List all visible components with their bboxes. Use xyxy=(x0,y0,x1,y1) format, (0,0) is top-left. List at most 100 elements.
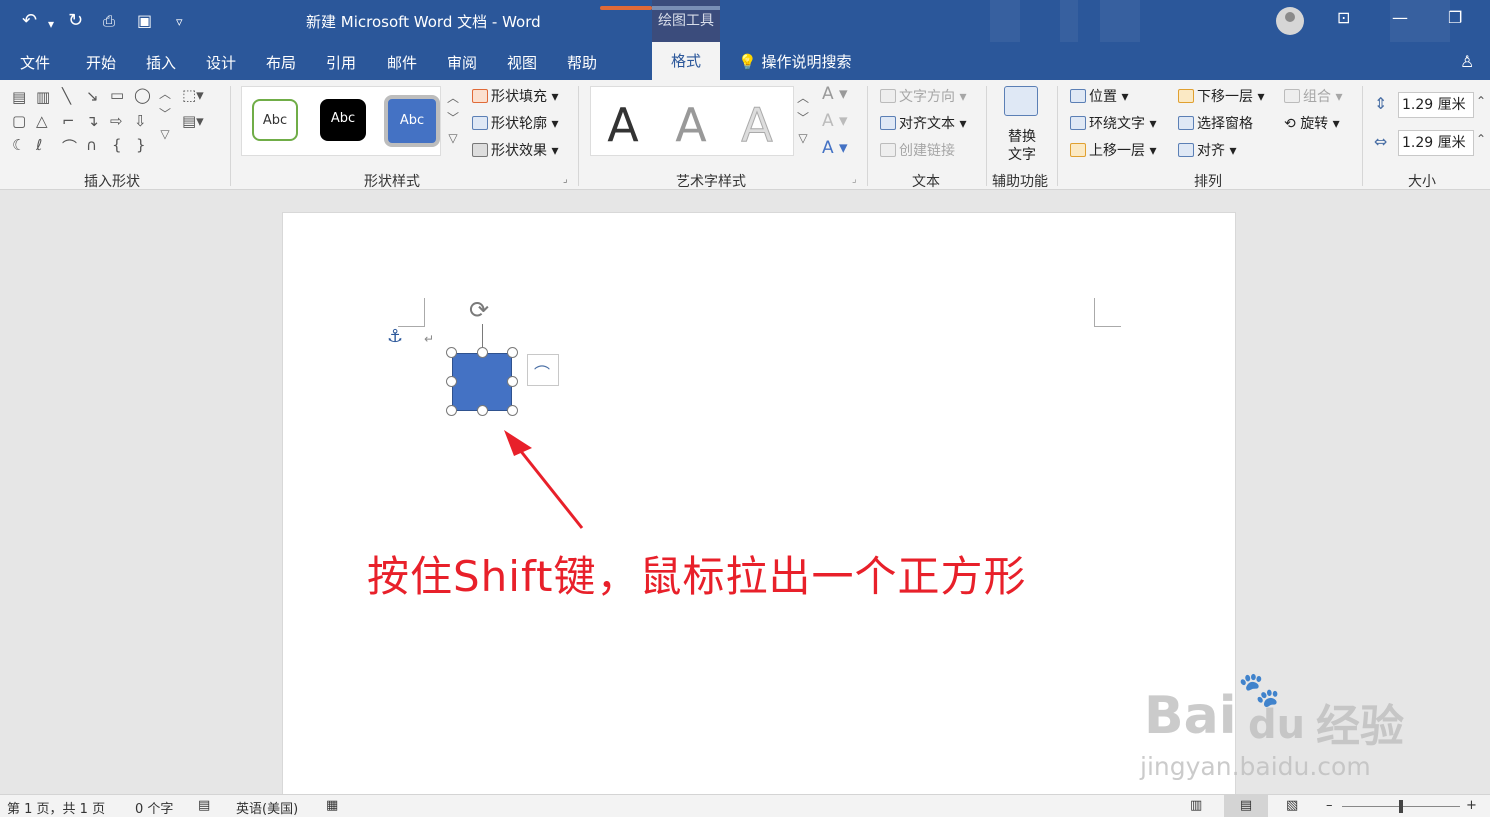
wordart-preset-outline[interactable]: A xyxy=(727,99,787,152)
shape-fill-button[interactable]: 形状填充 ▾ xyxy=(472,86,558,106)
triangle-icon[interactable]: △ xyxy=(36,112,48,130)
arc-icon[interactable]: ⌒ xyxy=(62,136,77,157)
resize-handle-t[interactable] xyxy=(477,347,488,358)
zoom-out-icon[interactable]: – xyxy=(1326,798,1333,813)
tab-layout[interactable]: 布局 xyxy=(266,52,296,73)
shape-height-input[interactable]: 1.29 厘米 xyxy=(1398,92,1474,118)
oval-icon[interactable]: ◯ xyxy=(134,86,151,104)
undo-dropdown-icon[interactable]: ▾ xyxy=(48,13,54,35)
selection-pane-button[interactable]: 选择窗格 xyxy=(1178,113,1253,133)
shape-styles-scroll[interactable]: ︿ ﹀ ▽ xyxy=(444,88,462,148)
left-brace-icon[interactable]: { xyxy=(112,136,122,154)
restore-icon[interactable]: ❐ xyxy=(1448,8,1462,27)
language[interactable]: 英语(美国) xyxy=(236,798,298,817)
shape-width-input[interactable]: 1.29 厘米 xyxy=(1398,130,1474,156)
tell-me-search[interactable]: 💡 操作说明搜索 xyxy=(738,51,851,72)
share-icon[interactable]: ♙ xyxy=(1460,52,1474,71)
proofing-icon[interactable]: ▤ xyxy=(198,798,210,813)
wordart-preset-gray[interactable]: A xyxy=(661,99,721,151)
rectangle-icon[interactable]: ▭ xyxy=(110,86,124,104)
align-button[interactable]: 对齐 ▾ xyxy=(1178,140,1236,160)
right-brace-icon[interactable]: } xyxy=(136,136,146,154)
text-fill-icon[interactable]: A ▾ xyxy=(822,84,848,104)
send-backward-button[interactable]: 下移一层 ▾ xyxy=(1178,86,1264,106)
create-link-button[interactable]: 创建链接 xyxy=(880,140,955,160)
print-layout-icon[interactable]: ▤ xyxy=(1224,795,1268,817)
ribbon-display-icon[interactable]: ⊡ xyxy=(1337,8,1350,27)
curve-icon[interactable]: ∩ xyxy=(86,136,97,154)
rotate-handle-icon[interactable]: ⟳ xyxy=(469,296,489,324)
text-effects-icon[interactable]: A ▾ xyxy=(822,138,848,158)
zoom-slider-thumb[interactable] xyxy=(1399,800,1403,813)
document-page[interactable] xyxy=(282,212,1236,802)
textbox-icon[interactable]: ▤ xyxy=(12,88,26,106)
tab-design[interactable]: 设计 xyxy=(206,52,236,73)
elbow-arrow-icon[interactable]: ↴ xyxy=(86,112,99,130)
alt-text-label-1[interactable]: 替换 xyxy=(1008,126,1036,146)
page-count[interactable]: 第 1 页，共 1 页 xyxy=(7,798,105,817)
minimize-icon[interactable]: — xyxy=(1392,8,1408,27)
right-arrow-icon[interactable]: ⇨ xyxy=(110,112,123,130)
tab-mailings[interactable]: 邮件 xyxy=(387,52,417,73)
tab-help[interactable]: 帮助 xyxy=(567,52,597,73)
resize-handle-r[interactable] xyxy=(507,376,518,387)
tab-insert[interactable]: 插入 xyxy=(146,52,176,73)
resize-handle-tl[interactable] xyxy=(446,347,457,358)
rounded-rectangle-icon[interactable]: ▢ xyxy=(12,112,26,130)
redo-icon[interactable]: ↻ xyxy=(68,10,83,32)
resize-handle-br[interactable] xyxy=(507,405,518,416)
wordart-launcher-icon[interactable]: ⌟ xyxy=(852,174,857,185)
shape-width-spinner[interactable]: ⌃ xyxy=(1476,132,1486,146)
shape-style-preset-outline[interactable]: Abc xyxy=(252,99,298,141)
shape-height-spinner[interactable]: ⌃ xyxy=(1476,94,1486,108)
wrap-text-button[interactable]: 环绕文字 ▾ xyxy=(1070,113,1156,133)
scribble-icon[interactable]: ℓ xyxy=(36,136,42,154)
resize-handle-bl[interactable] xyxy=(446,405,457,416)
web-layout-icon[interactable]: ▧ xyxy=(1286,798,1298,813)
customize-qat-icon[interactable]: ▿ xyxy=(176,12,183,34)
rotate-button[interactable]: ⟲ 旋转 ▾ xyxy=(1284,113,1340,133)
tab-home[interactable]: 开始 xyxy=(86,52,116,73)
line-icon[interactable]: ╲ xyxy=(62,87,71,105)
shape-style-preset-black[interactable]: Abc xyxy=(320,99,366,141)
square-shape[interactable] xyxy=(452,353,512,411)
tab-review[interactable]: 审阅 xyxy=(447,52,477,73)
align-text-button[interactable]: 对齐文本 ▾ xyxy=(880,113,966,133)
shape-effects-button[interactable]: 形状效果 ▾ xyxy=(472,140,558,160)
freeform-icon[interactable]: ☾ xyxy=(12,136,25,154)
resize-handle-b[interactable] xyxy=(477,405,488,416)
text-outline-icon[interactable]: A ▾ xyxy=(822,111,848,131)
position-button[interactable]: 位置 ▾ xyxy=(1070,86,1128,106)
draw-textbox-icon[interactable]: ▤▾ xyxy=(182,112,204,130)
undo-icon[interactable]: ↶ xyxy=(22,10,37,32)
shapes-gallery-scroll[interactable]: ︿ ﹀ ▽ xyxy=(156,84,174,144)
layout-options-button[interactable]: ⌒ xyxy=(527,354,559,386)
print-preview-icon[interactable]: ⎙ xyxy=(103,10,115,32)
vertical-textbox-icon[interactable]: ▥ xyxy=(36,88,50,106)
alt-text-icon[interactable] xyxy=(1004,86,1038,116)
down-arrow-icon[interactable]: ⇩ xyxy=(134,112,147,130)
tab-file[interactable]: 文件 xyxy=(20,52,50,73)
word-count[interactable]: 0 个字 xyxy=(135,798,173,817)
shape-outline-button[interactable]: 形状轮廓 ▾ xyxy=(472,113,558,133)
alt-text-label-2[interactable]: 文字 xyxy=(1008,144,1036,164)
group-objects-button[interactable]: 组合 ▾ xyxy=(1284,86,1342,106)
macro-icon[interactable]: ▦ xyxy=(326,798,338,813)
resize-handle-l[interactable] xyxy=(446,376,457,387)
edit-shape-icon[interactable]: ⬚▾ xyxy=(182,86,204,104)
shape-style-preset-blue[interactable]: Abc xyxy=(384,95,440,147)
text-direction-button[interactable]: 文字方向 ▾ xyxy=(880,86,966,106)
arrow-line-icon[interactable]: ↘ xyxy=(86,87,99,105)
read-mode-icon[interactable]: ▥ xyxy=(1190,798,1202,813)
wordart-preset-dark[interactable]: A xyxy=(593,99,653,151)
shape-styles-launcher-icon[interactable]: ⌟ xyxy=(563,174,568,185)
tab-format[interactable]: 格式 xyxy=(652,42,720,80)
wordart-scroll[interactable]: ︿ ﹀ ▽ xyxy=(794,88,812,148)
tab-view[interactable]: 视图 xyxy=(507,52,537,73)
avatar[interactable] xyxy=(1276,7,1304,35)
bring-forward-button[interactable]: 上移一层 ▾ xyxy=(1070,140,1156,160)
resize-handle-tr[interactable] xyxy=(507,347,518,358)
zoom-in-icon[interactable]: + xyxy=(1466,798,1477,813)
save-icon[interactable]: ▣ xyxy=(137,10,152,32)
elbow-connector-icon[interactable]: ⌐ xyxy=(62,112,75,130)
